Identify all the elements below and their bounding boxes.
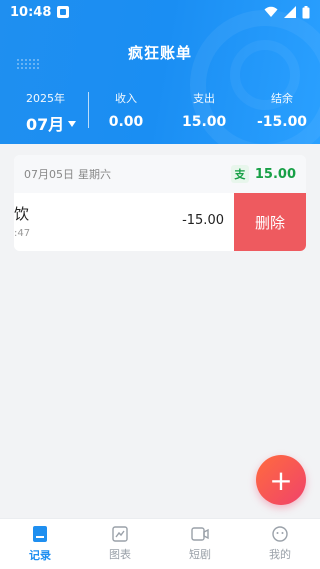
income-label: 收入 bbox=[115, 92, 137, 105]
chart-icon bbox=[112, 526, 128, 542]
record-weekday: 星期六 bbox=[78, 168, 111, 181]
delete-button[interactable]: 删除 bbox=[234, 193, 306, 251]
tab-profile-label: 我的 bbox=[269, 548, 291, 561]
record-time: :47 bbox=[14, 228, 31, 239]
expense-badge: 支 bbox=[230, 165, 249, 183]
video-icon bbox=[191, 527, 209, 541]
wifi-icon bbox=[264, 6, 278, 17]
record-date: 07月05日 bbox=[24, 168, 74, 181]
app-title: 疯狂账单 bbox=[127, 44, 192, 62]
summary-divider bbox=[88, 92, 89, 128]
cellular-signal-icon bbox=[284, 6, 296, 18]
record-category: 饮 bbox=[14, 205, 30, 223]
tab-charts[interactable]: 图表 bbox=[80, 519, 160, 569]
record-icon bbox=[33, 526, 47, 542]
balance-value: -15.00 bbox=[256, 114, 308, 130]
tab-charts-label: 图表 bbox=[109, 548, 131, 561]
month-row: 07月 bbox=[26, 111, 77, 135]
status-time: 10:48 bbox=[10, 4, 52, 20]
caret-down-icon bbox=[68, 121, 77, 127]
record-amount: -15.00 bbox=[182, 213, 224, 228]
tab-records-label: 记录 bbox=[29, 549, 51, 562]
plus-icon: + bbox=[269, 463, 293, 497]
tab-records[interactable]: 记录 bbox=[0, 519, 80, 569]
month-label: 07月 bbox=[26, 115, 65, 134]
status-bar: 10:48 bbox=[0, 0, 320, 24]
tab-profile[interactable]: 我的 bbox=[240, 519, 320, 569]
header: 10:48 疯狂账单 2025年 07月 收入 0.00 支出 15.00 结余… bbox=[0, 0, 320, 144]
app-screen: 10:48 疯狂账单 2025年 07月 收入 0.00 支出 15.00 结余… bbox=[0, 0, 320, 569]
income-summary: 收入 0.00 bbox=[108, 90, 144, 130]
tab-shorts[interactable]: 短剧 bbox=[160, 519, 240, 569]
balance-summary: 结余 -15.00 bbox=[256, 90, 308, 130]
day-expense-total: 支 15.00 bbox=[230, 165, 296, 183]
expense-summary: 支出 15.00 bbox=[182, 90, 226, 130]
record-row[interactable]: 饮 :47 -15.00 删除 bbox=[14, 193, 306, 251]
month-summary: 2025年 07月 收入 0.00 支出 15.00 结余 -15.00 bbox=[0, 90, 320, 134]
day-total-value: 15.00 bbox=[254, 166, 296, 182]
bottom-navigation: 记录 图表 短剧 我的 bbox=[0, 518, 320, 569]
expense-value: 15.00 bbox=[182, 114, 227, 130]
day-header: 07月05日 星期六 支 15.00 bbox=[14, 155, 306, 193]
tab-shorts-label: 短剧 bbox=[189, 548, 211, 561]
battery-icon bbox=[302, 5, 310, 18]
month-picker[interactable]: 2025年 07月 bbox=[26, 90, 77, 135]
balance-label: 结余 bbox=[271, 92, 293, 105]
profile-icon bbox=[272, 526, 288, 542]
expense-label: 支出 bbox=[193, 92, 215, 105]
income-value: 0.00 bbox=[108, 114, 144, 130]
year-label: 2025年 bbox=[26, 92, 65, 105]
add-record-button[interactable]: + bbox=[256, 455, 306, 505]
notification-app-icon bbox=[57, 6, 70, 18]
day-record-card: 07月05日 星期六 支 15.00 饮 :47 -15.00 删除 bbox=[14, 155, 306, 251]
